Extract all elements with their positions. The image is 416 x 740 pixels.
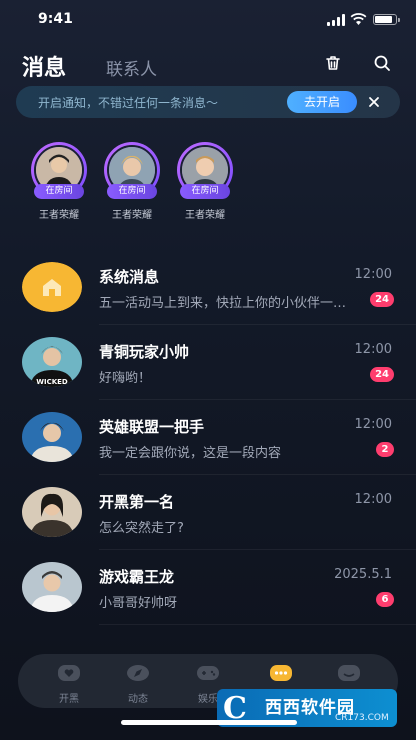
compass-icon [127,665,149,681]
conversation-time: 12:00 [354,267,392,282]
room-friend[interactable]: 在房间 王者荣耀 [174,140,236,221]
conversation-time: 12:00 [354,342,392,357]
face-icon [338,665,360,681]
conversation-row[interactable]: 英雄联盟一把手 12:00 我一定会跟你说，这是一段内容 2 [0,400,416,475]
conversation-name: 青铜玩家小帅 [99,343,190,361]
avatar-shirt-text: WICKED [36,378,68,386]
search-icon[interactable] [371,52,393,74]
conversation-time: 2025.5.1 [334,567,392,582]
avatar: WICKED [22,337,82,387]
watermark-sub: CR173.COM [335,713,389,723]
gamepad-icon [197,666,219,680]
tab-contacts[interactable]: 联系人 [106,55,157,80]
enable-notification-button[interactable]: 去开启 [287,91,357,113]
divider [99,624,416,625]
room-game-name: 王者荣耀 [39,210,79,221]
conversation-row[interactable]: 游戏霸王龙 2025.5.1 小哥哥好帅呀 6 [0,550,416,625]
tab-moments[interactable]: 动态 [113,660,163,705]
unread-badge: 2 [376,442,394,457]
conversation-name: 开黑第一名 [99,493,175,511]
conversation-preview: 我一定会跟你说，这是一段内容 [99,446,282,461]
conversation-time: 12:00 [354,492,392,507]
conversation-time: 12:00 [354,417,392,432]
conversation-name: 英雄联盟一把手 [99,418,205,436]
in-room-tag: 在房间 [107,184,157,199]
in-room-tag: 在房间 [180,184,230,199]
chat-icon [270,665,292,681]
status-time: 9:41 [38,11,73,27]
avatar [22,412,82,462]
notification-text: 开启通知，不错过任何一条消息～ [38,96,219,110]
avatar [22,487,82,537]
conversation-name: 系统消息 [99,268,160,286]
close-icon[interactable] [364,92,384,112]
conversation-preview: 好嗨哟！ [99,371,152,386]
conversation-row[interactable]: 系统消息 12:00 五一活动马上到来，快拉上你的小伙伴一起来参加吧 24 [0,250,416,325]
cellular-signal-icon [327,14,345,26]
header: 消息 联系人 [0,40,416,84]
room-friend[interactable]: 在房间 王者荣耀 [101,140,163,221]
conversation-name: 游戏霸王龙 [99,568,175,586]
home-indicator[interactable] [121,720,297,725]
tab-label: 动态 [128,694,148,705]
unread-badge: 6 [376,592,394,607]
in-room-friends: 在房间 王者荣耀 在房间 王者荣耀 在房间 王者荣耀 [0,140,416,221]
notification-banner: 开启通知，不错过任何一条消息～ 去开启 [16,86,400,118]
room-game-name: 王者荣耀 [185,210,225,221]
in-room-tag: 在房间 [34,184,84,199]
conversation-preview: 怎么突然走了? [99,521,184,536]
conversation-preview: 五一活动马上到来，快拉上你的小伙伴一起来参加吧 [99,296,349,311]
heart-bubble-icon [58,665,80,681]
tab-label: 开黑 [59,694,79,705]
avatar [22,562,82,612]
unread-badge: 24 [370,292,394,307]
room-friend[interactable]: 在房间 王者荣耀 [28,140,90,221]
conversation-preview: 小哥哥好帅呀 [99,596,178,611]
room-game-name: 王者荣耀 [112,210,152,221]
status-bar: 9:41 [0,0,416,40]
battery-icon [373,14,400,25]
tab-messages[interactable]: 消息 [22,50,66,82]
tab-kaihei[interactable]: 开黑 [44,660,94,705]
conversation-row[interactable]: 开黑第一名 12:00 怎么突然走了? [0,475,416,550]
wifi-icon [350,13,367,25]
conversation-row[interactable]: WICKED 青铜玩家小帅 12:00 好嗨哟！ 24 [0,325,416,400]
trash-icon[interactable] [322,52,344,74]
system-message-icon [22,262,82,312]
unread-badge: 24 [370,367,394,382]
